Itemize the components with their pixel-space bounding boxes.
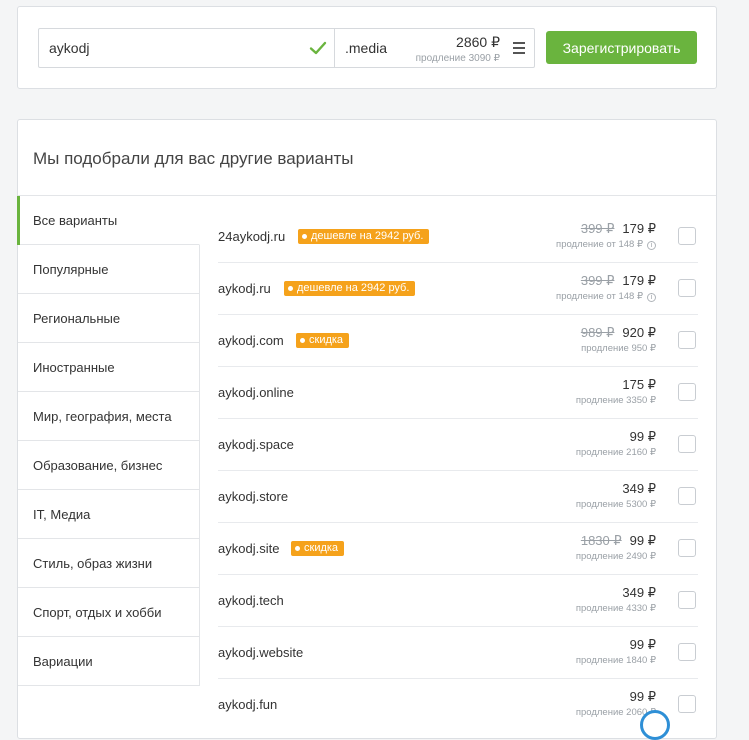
domain-suggestion-list: 24aykodj.ru дешевле на 2942 руб. 399 ₽ 17… xyxy=(218,211,698,731)
renew-price: продление 2160 ₽ xyxy=(575,447,656,458)
renew-price: продление 4330 ₽ xyxy=(575,603,656,614)
category-sidebar: Все варианты Популярные Региональные Ино… xyxy=(17,196,200,686)
renew-price: продление 2490 ₽ xyxy=(575,551,656,562)
domain-row: aykodj.tech 349 ₽ продление 4330 ₽ xyxy=(218,575,698,627)
domain-name[interactable]: aykodj.website xyxy=(218,645,303,660)
old-price: 1830 ₽ xyxy=(580,533,622,548)
price: 349 ₽ xyxy=(622,585,656,600)
category-item-popular[interactable]: Популярные xyxy=(18,245,200,294)
category-item-foreign[interactable]: Иностранные xyxy=(18,343,200,392)
old-price: 399 ₽ xyxy=(580,221,615,236)
domain-name[interactable]: aykodj.fun xyxy=(218,697,277,712)
discount-badge: скидка xyxy=(296,333,350,348)
discount-badge: скидка xyxy=(291,541,345,556)
current-price: 920 ₽ xyxy=(622,325,656,340)
category-item-regional[interactable]: Региональные xyxy=(18,294,200,343)
select-checkbox[interactable] xyxy=(678,227,696,245)
domain-row: aykodj.store 349 ₽ продление 5300 ₽ xyxy=(218,471,698,523)
domain-row: 24aykodj.ru дешевле на 2942 руб. 399 ₽ 17… xyxy=(218,211,698,263)
select-checkbox[interactable] xyxy=(678,435,696,453)
suggestions-panel: Мы подобрали для вас другие варианты Все… xyxy=(17,119,717,739)
domain-search-panel: .media 2860 ₽ продление 3090 ₽ Зарегистр… xyxy=(17,6,717,89)
renew-text: продление от 148 ₽ xyxy=(556,239,643,250)
domain-name[interactable]: aykodj.online xyxy=(218,385,294,400)
zone-price: 2860 ₽ xyxy=(456,34,500,50)
renew-text: продление от 148 ₽ xyxy=(556,291,643,302)
category-item-it-media[interactable]: IT, Медиа xyxy=(18,490,200,539)
price: 399 ₽ 179 ₽ xyxy=(581,221,656,237)
renew-price: продление от 148 ₽ i xyxy=(556,291,656,302)
price: 99 ₽ xyxy=(629,689,656,704)
domain-row: aykodj.website 99 ₽ продление 1840 ₽ xyxy=(218,627,698,679)
price: 99 ₽ xyxy=(629,637,656,652)
domain-search-box: .media 2860 ₽ продление 3090 ₽ xyxy=(38,28,535,68)
zone-select[interactable]: .media xyxy=(345,40,387,56)
domain-name[interactable]: aykodj.store xyxy=(218,489,288,504)
domain-name[interactable]: aykodj.tech xyxy=(218,593,284,608)
old-price: 989 ₽ xyxy=(580,325,615,340)
renew-price: продление 1840 ₽ xyxy=(575,655,656,666)
category-item-all[interactable]: Все варианты xyxy=(17,196,200,245)
domain-name[interactable]: aykodj.ru xyxy=(218,281,271,296)
domain-row: aykodj.space 99 ₽ продление 2160 ₽ xyxy=(218,419,698,471)
price: 399 ₽ 179 ₽ xyxy=(581,273,656,289)
menu-icon[interactable] xyxy=(513,42,525,54)
category-item-style-lifestyle[interactable]: Стиль, образ жизни xyxy=(18,539,200,588)
register-button[interactable]: Зарегистрировать xyxy=(546,31,697,64)
domain-name[interactable]: aykodj.space xyxy=(218,437,294,452)
renew-price: продление 5300 ₽ xyxy=(575,499,656,510)
select-checkbox[interactable] xyxy=(678,591,696,609)
select-checkbox[interactable] xyxy=(678,643,696,661)
price: 175 ₽ xyxy=(622,377,656,392)
check-icon xyxy=(309,41,327,55)
domain-row: aykodj.site скидка 1830 ₽ 99 ₽ продление … xyxy=(218,523,698,575)
domain-name[interactable]: aykodj.site xyxy=(218,541,279,556)
old-price: 399 ₽ xyxy=(580,273,615,288)
select-checkbox[interactable] xyxy=(678,539,696,557)
domain-row: aykodj.fun 99 ₽ продление 2060 ₽ xyxy=(218,679,698,731)
domain-row: aykodj.com скидка 989 ₽ 920 ₽ продление 9… xyxy=(218,315,698,367)
category-item-sport-hobby[interactable]: Спорт, отдых и хобби xyxy=(18,588,200,637)
domain-name[interactable]: aykodj.com xyxy=(218,333,284,348)
discount-badge: дешевле на 2942 руб. xyxy=(298,229,430,244)
chat-widget-button[interactable] xyxy=(640,710,670,740)
select-checkbox[interactable] xyxy=(678,279,696,297)
current-price: 99 ₽ xyxy=(629,533,656,548)
category-item-variations[interactable]: Вариации xyxy=(18,637,200,686)
domain-name-input[interactable] xyxy=(39,29,335,67)
select-checkbox[interactable] xyxy=(678,383,696,401)
renew-price: продление 950 ₽ xyxy=(581,343,656,354)
info-icon[interactable]: i xyxy=(647,293,656,302)
price: 349 ₽ xyxy=(622,481,656,496)
domain-row: aykodj.ru дешевле на 2942 руб. 399 ₽ 179 … xyxy=(218,263,698,315)
category-item-education-business[interactable]: Образование, бизнес xyxy=(18,441,200,490)
zone-renew-price: продление 3090 ₽ xyxy=(415,53,500,64)
select-checkbox[interactable] xyxy=(678,487,696,505)
domain-row: aykodj.online 175 ₽ продление 3350 ₽ xyxy=(218,367,698,419)
price: 99 ₽ xyxy=(629,429,656,444)
discount-badge: дешевле на 2942 руб. xyxy=(284,281,416,296)
current-price: 179 ₽ xyxy=(622,273,656,288)
current-price: 179 ₽ xyxy=(622,221,656,236)
renew-price: продление от 148 ₽ i xyxy=(556,239,656,250)
price: 1830 ₽ 99 ₽ xyxy=(581,533,656,549)
select-checkbox[interactable] xyxy=(678,695,696,713)
page-title: Мы подобрали для вас другие варианты xyxy=(33,149,354,168)
category-item-world-geography[interactable]: Мир, география, места xyxy=(18,392,200,441)
select-checkbox[interactable] xyxy=(678,331,696,349)
price: 989 ₽ 920 ₽ xyxy=(581,325,656,341)
domain-name[interactable]: 24aykodj.ru xyxy=(218,229,285,244)
renew-price: продление 3350 ₽ xyxy=(575,395,656,406)
info-icon[interactable]: i xyxy=(647,241,656,250)
